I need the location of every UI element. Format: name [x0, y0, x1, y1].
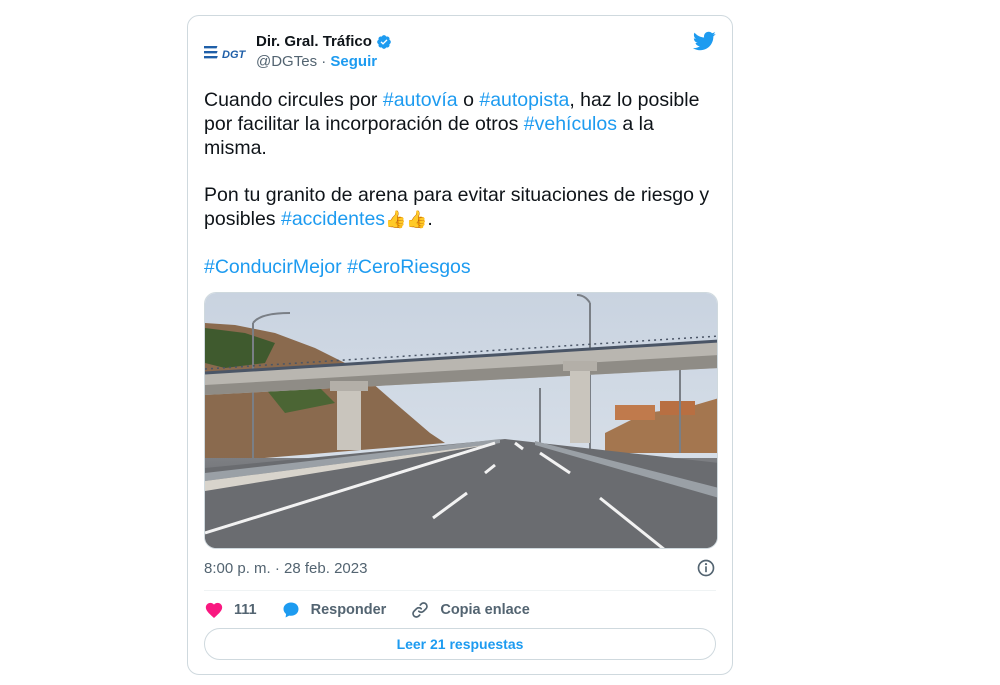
tweet-text-segment: Cuando circules por: [204, 89, 383, 111]
author-name[interactable]: Dir. Gral. Tráfico: [256, 33, 372, 50]
hashtag-link[interactable]: #autopista: [479, 89, 569, 111]
copy-link-label: Copia enlace: [440, 602, 530, 618]
tweet-image[interactable]: [204, 292, 718, 549]
like-count: 111: [234, 602, 257, 618]
tweet-paragraph-3: #ConducirMejor #CeroRiesgos: [204, 255, 720, 279]
hashtag-link[interactable]: #vehículos: [524, 113, 617, 135]
read-replies-button[interactable]: Leer 21 respuestas: [204, 628, 716, 660]
tweet-paragraph-1: Cuando circules por #autovía o #autopist…: [204, 88, 720, 160]
hashtag-link[interactable]: #autovía: [383, 89, 458, 111]
action-bar: 111 Responder Copia enlace: [204, 599, 554, 621]
copy-link-button[interactable]: Copia enlace: [410, 600, 530, 620]
reply-label: Responder: [310, 602, 387, 618]
hashtag-link[interactable]: #accidentes: [281, 208, 385, 230]
author-block: Dir. Gral. Tráfico @DGTes · Seguir: [256, 33, 392, 70]
thumbs-up-emoji: 👍👍: [385, 210, 428, 230]
hashtag-link[interactable]: #ConducirMejor: [204, 256, 342, 278]
tweet-text-segment: o: [457, 89, 480, 111]
highway-overpass-photo: [205, 293, 717, 548]
tweet-text: Cuando circules por #autovía o #autopist…: [204, 88, 720, 279]
like-button[interactable]: 111: [204, 600, 257, 620]
dgt-logo-text: DGT: [222, 49, 247, 61]
tweet-text-segment: .: [427, 208, 433, 230]
tweet-card: DGT Dir. Gral. Tráfico @DGTes · Seguir C…: [187, 15, 733, 675]
divider: [204, 590, 716, 591]
dgt-logo[interactable]: DGT: [204, 39, 250, 65]
tweet-paragraph-2: Pon tu granito de arena para evitar situ…: [204, 183, 720, 232]
link-icon: [412, 602, 429, 618]
tweet-timestamp[interactable]: 8:00 p. m. · 28 feb. 2023: [204, 560, 367, 577]
handle-separator: ·: [317, 53, 331, 70]
follow-button[interactable]: Seguir: [330, 53, 377, 70]
info-icon[interactable]: [696, 558, 716, 578]
hashtag-link[interactable]: #CeroRiesgos: [347, 256, 471, 278]
reply-button[interactable]: Responder: [281, 600, 387, 620]
reply-bubble-icon: [283, 602, 299, 618]
tweet-text-segment: Pon tu granito de arena para evitar situ…: [204, 184, 710, 230]
verified-badge-icon: [377, 34, 391, 49]
author-handle[interactable]: @DGTes: [256, 53, 317, 70]
heart-icon: [205, 602, 223, 618]
twitter-bird-icon[interactable]: [692, 29, 716, 53]
